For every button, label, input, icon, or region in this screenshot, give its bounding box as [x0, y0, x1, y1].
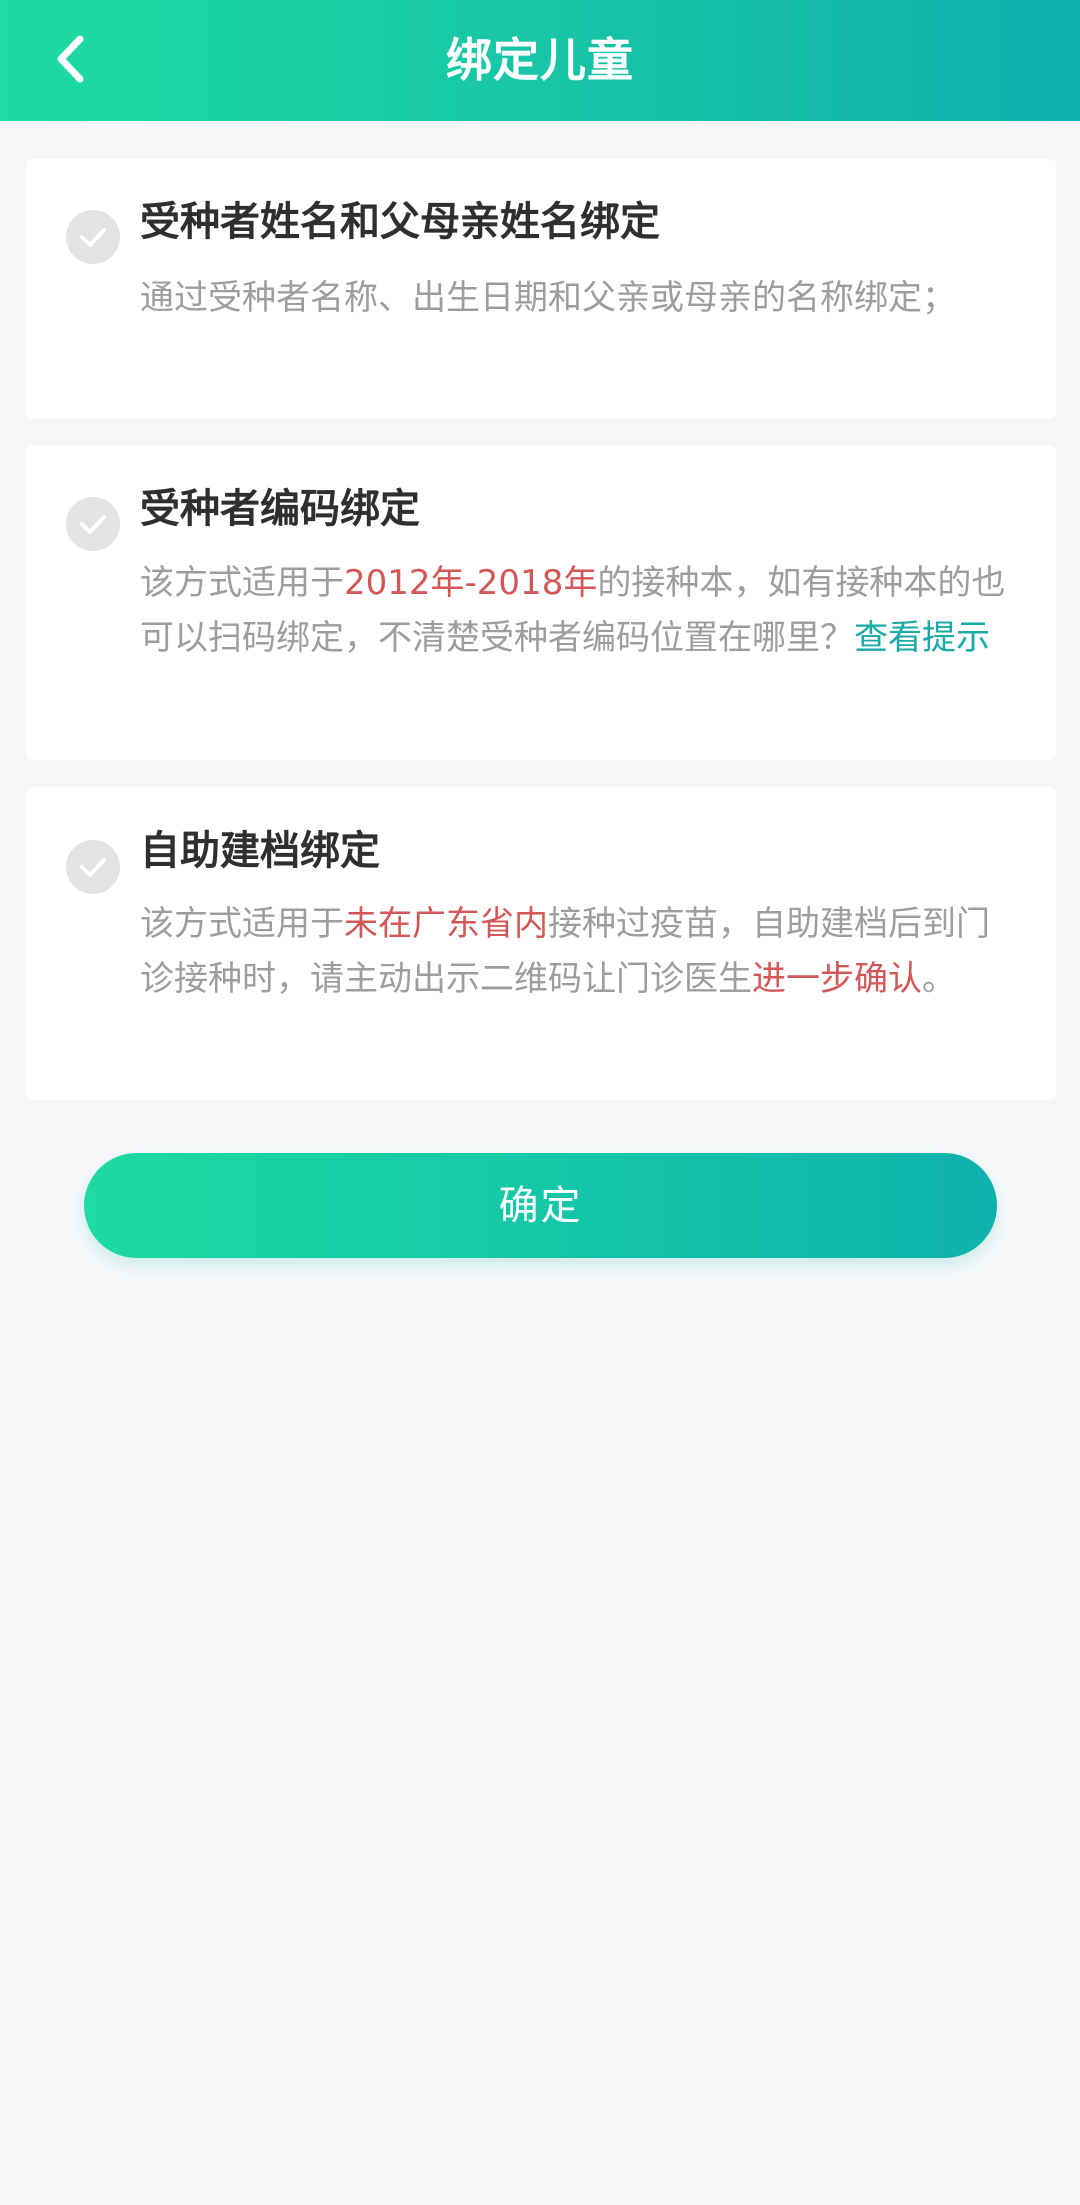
option-card-self-registration-binding[interactable]: 自助建档绑定 该方式适用于未在广东省内接种过疫苗，自助建档后到门诊接种时，请主动…: [26, 787, 1056, 1100]
highlight-year-range: 2012年-2018年: [344, 563, 598, 603]
desc-text: 该方式适用于: [140, 904, 344, 944]
check-mark-icon: [80, 515, 106, 534]
option-description: 该方式适用于2012年-2018年的接种本，如有接种本的也可以扫码绑定，不清楚受…: [140, 556, 1018, 666]
desc-text: 。: [922, 959, 956, 999]
option-description: 通过受种者名称、出生日期和父亲或母亲的名称绑定；: [140, 271, 1018, 326]
check-circle-icon[interactable]: [66, 840, 120, 894]
option-title: 受种者编码绑定: [140, 486, 420, 532]
option-description: 该方式适用于未在广东省内接种过疫苗，自助建档后到门诊接种时，请主动出示二维码让门…: [140, 897, 1018, 1007]
option-title: 受种者姓名和父母亲姓名绑定: [140, 199, 660, 245]
highlight-province: 未在广东省内: [344, 904, 548, 944]
desc-text: 该方式适用于: [140, 563, 344, 603]
check-circle-icon[interactable]: [66, 210, 120, 264]
highlight-confirm: 进一步确认: [752, 959, 922, 999]
page-background: [0, 1127, 1080, 2205]
check-mark-icon: [80, 858, 106, 877]
page-title: 绑定儿童: [446, 33, 634, 87]
confirm-button[interactable]: 确定: [84, 1153, 997, 1258]
desc-text: 通过受种者名称、出生日期和父亲或母亲的名称绑定；: [140, 278, 956, 318]
option-card-name-parent-binding[interactable]: 受种者姓名和父母亲姓名绑定 通过受种者名称、出生日期和父亲或母亲的名称绑定；: [26, 159, 1056, 419]
option-title: 自助建档绑定: [140, 828, 380, 874]
check-mark-icon: [80, 228, 106, 247]
top-nav-bar: 绑定儿童: [0, 0, 1080, 121]
option-card-code-binding[interactable]: 受种者编码绑定 该方式适用于2012年-2018年的接种本，如有接种本的也可以扫…: [26, 445, 1056, 760]
check-circle-icon[interactable]: [66, 497, 120, 551]
view-tip-link[interactable]: 查看提示: [854, 618, 990, 658]
